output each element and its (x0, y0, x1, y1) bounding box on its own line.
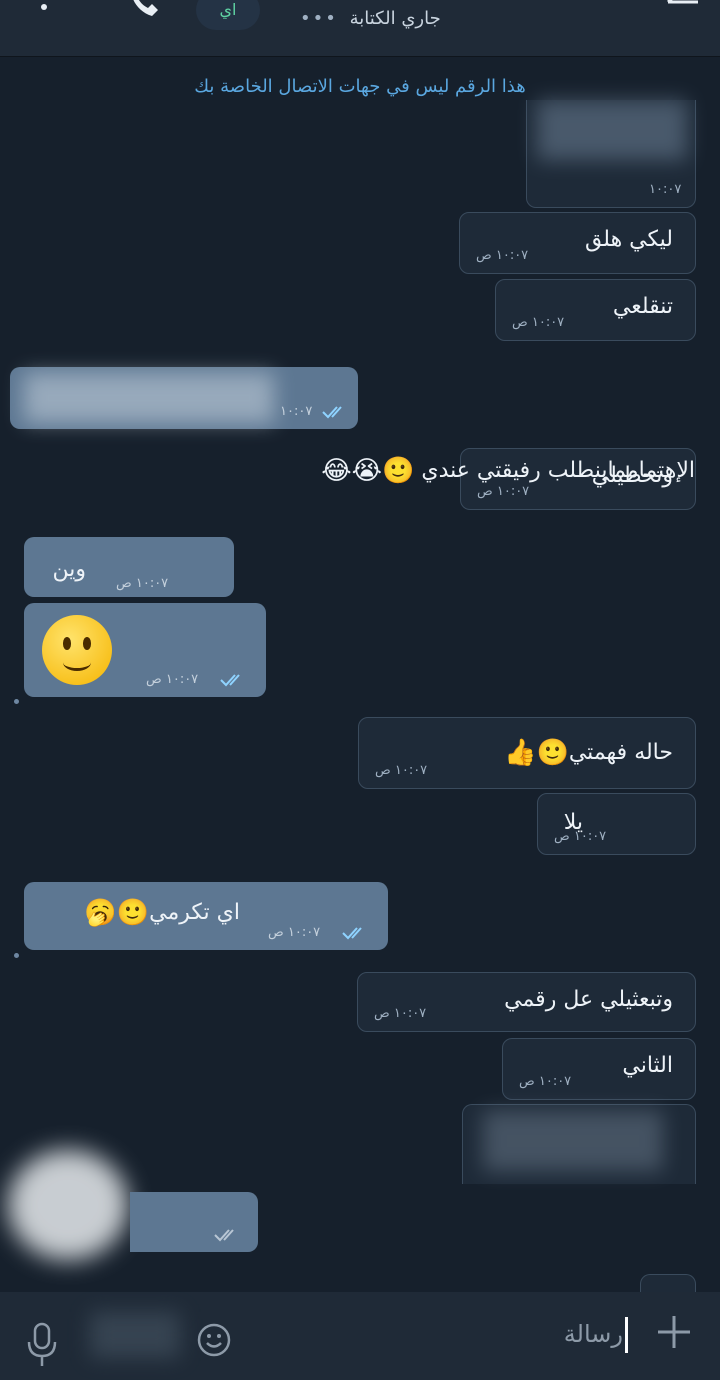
blurred-content (90, 1312, 180, 1358)
message-time: ١٠:٠٧ ص (146, 672, 199, 687)
read-ticks-icon (322, 406, 342, 419)
message-bubble-incoming[interactable] (462, 1104, 696, 1184)
slightly-smiling-emoji-icon: 🙂 (536, 738, 569, 768)
text-cursor (625, 1317, 628, 1353)
message-bubble-incoming[interactable]: الثاني ١٠:٠٧ ص (502, 1038, 696, 1100)
message-text-label: اي تكرمي (149, 900, 240, 925)
message-time: ١٠:٠٧ ص (375, 763, 428, 778)
read-ticks-icon (214, 1229, 234, 1242)
more-vertical-icon[interactable] (34, 0, 54, 20)
laughing-emoji-icon: 😂 (321, 456, 352, 486)
emoji-icon[interactable] (196, 1322, 232, 1358)
message-time: ١٠:٠٧ ص (476, 248, 529, 263)
message-time: ١٠:٠٧ ص (116, 576, 169, 591)
message-bubble-incoming[interactable]: يلا ١٠:٠٧ ص (537, 793, 696, 855)
message-bubble-outgoing[interactable]: وين ١٠:٠٧ ص (24, 537, 234, 597)
message-text: حاله فهمتي🙂👍 (504, 738, 673, 768)
avatar[interactable]: اي (196, 0, 260, 30)
message-time: ١٠:٠٧ (649, 182, 682, 197)
message-composer: رسالة (0, 1292, 720, 1380)
message-bubble-incoming[interactable] (640, 1274, 696, 1292)
typing-status: جاري الكتابة ••• (300, 8, 441, 29)
message-time: ١٠:٠٧ ص (519, 1074, 572, 1089)
read-ticks-icon (342, 927, 362, 940)
mic-icon[interactable] (24, 1322, 60, 1368)
bubble-dot (14, 953, 19, 958)
message-time: ١٠:٠٧ (280, 404, 313, 419)
message-bubble-incoming[interactable]: وتبعثيلي عل رقمي ١٠:٠٧ ص (357, 972, 696, 1032)
message-bubble-incoming[interactable]: ١٠:٠٧ (526, 100, 696, 208)
message-text-label: حاله فهمتي (568, 740, 673, 765)
slightly-smiling-emoji-icon: 🙂 (116, 898, 150, 928)
blurred-content (24, 373, 274, 423)
message-time: ١٠:٠٧ ص (268, 925, 321, 940)
message-time: ١٠:٠٧ ص (512, 315, 565, 330)
typing-dots-icon: ••• (300, 8, 338, 29)
message-text: الإهتمامماينطلب رفيقتي عندي (421, 458, 695, 483)
blurred-content (483, 1111, 663, 1171)
message-bubble-incoming[interactable]: حاله فهمتي🙂👍 ١٠:٠٧ ص (358, 717, 696, 789)
blurred-content (537, 100, 687, 160)
message-text: وتبعثيلي عل رقمي (504, 987, 673, 1012)
message-bubble-outgoing[interactable] (130, 1192, 258, 1252)
typing-status-text: جاري الكتابة (349, 8, 441, 29)
message-bubble-incoming[interactable]: تنقلعي ١٠:٠٧ ص (495, 279, 696, 341)
message-text: اي تكرمي🙂🥱 (84, 898, 240, 928)
chat-screen: اي جاري الكتابة ••• هذا الرقم ليس في جها… (0, 0, 720, 1380)
blurred-image (8, 1150, 128, 1260)
yawning-emoji-icon: 🥱 (84, 898, 117, 928)
message-text-overlay: الإهتمامماينطلب رفيقتي عندي 🙂😭😂 (190, 456, 695, 486)
chat-header: اي جاري الكتابة ••• (0, 0, 720, 57)
message-input-placeholder: رسالة (563, 1320, 623, 1348)
message-time: ١٠:٠٧ ص (374, 1006, 427, 1021)
message-bubble-outgoing[interactable]: ١٠:٠٧ (10, 367, 358, 429)
thumbs-up-emoji-icon: 👍 (504, 738, 537, 768)
message-text: وين (52, 557, 87, 582)
not-in-contacts-banner[interactable]: هذا الرقم ليس في جهات الاتصال الخاصة بك (0, 76, 720, 97)
message-bubble-outgoing[interactable]: ١٠:٠٧ ص (24, 603, 266, 697)
slightly-smiling-emoji-icon (42, 615, 112, 685)
message-bubble-outgoing[interactable]: اي تكرمي🙂🥱 ١٠:٠٧ ص (24, 882, 388, 950)
message-text: تنقلعي (612, 294, 673, 319)
phone-icon[interactable] (126, 0, 166, 22)
read-ticks-icon (220, 674, 240, 687)
message-text: ليكي هلق (584, 227, 673, 252)
message-bubble-incoming[interactable]: ليكي هلق ١٠:٠٧ ص (459, 212, 696, 274)
back-arrow-icon[interactable] (662, 0, 702, 24)
message-time: ١٠:٠٧ ص (554, 829, 607, 844)
crying-emoji-icon: 😭 (351, 456, 382, 486)
message-time: ١٠:٠٧ ص (477, 484, 530, 499)
message-text: الثاني (622, 1053, 673, 1078)
slightly-smiling-emoji-icon: 🙂 (382, 456, 415, 486)
plus-icon[interactable] (656, 1314, 692, 1350)
bubble-dot (14, 699, 19, 704)
avatar-letter: اي (219, 0, 237, 19)
